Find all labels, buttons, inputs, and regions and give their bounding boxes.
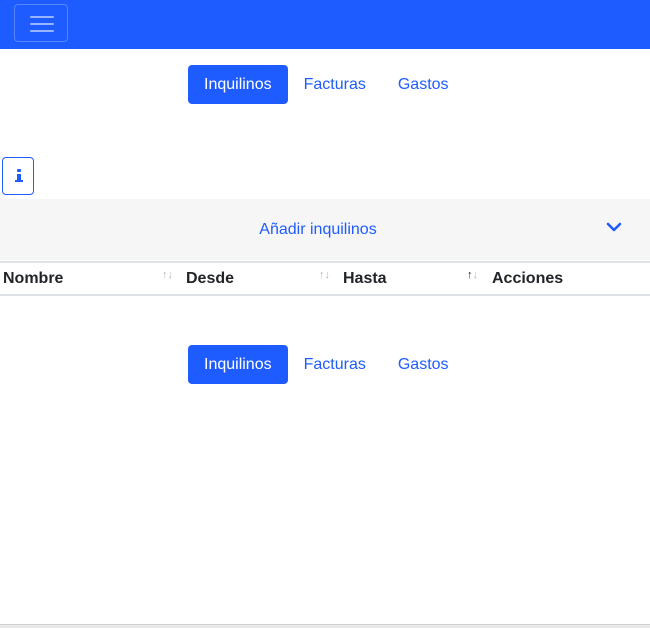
tab-facturas[interactable]: Facturas xyxy=(288,65,382,104)
bottom-tab-inquilinos[interactable]: Inquilinos xyxy=(188,345,288,384)
chevron-down-icon xyxy=(606,222,622,232)
hamburger-menu-icon-bar xyxy=(30,23,54,25)
hamburger-menu-icon-bar xyxy=(30,30,54,32)
window-bottom-edge xyxy=(0,624,650,628)
sort-nombre-icon[interactable]: ↑↓ xyxy=(162,269,173,281)
bottom-tab-facturas[interactable]: Facturas xyxy=(288,345,382,384)
accordion-title: Añadir inquilinos xyxy=(259,221,377,238)
info-button[interactable] xyxy=(2,157,34,195)
top-navbar xyxy=(0,0,650,49)
column-header-hasta[interactable]: Hasta xyxy=(343,263,387,294)
bottom-tab-gastos[interactable]: Gastos xyxy=(382,345,465,384)
top-tab-nav: Inquilinos Facturas Gastos xyxy=(188,65,465,104)
column-header-desde[interactable]: Desde xyxy=(186,263,234,294)
bottom-tab-nav: Inquilinos Facturas Gastos xyxy=(188,345,465,384)
column-header-acciones: Acciones xyxy=(492,270,564,287)
tab-gastos[interactable]: Gastos xyxy=(382,65,465,104)
hamburger-menu-icon xyxy=(30,16,54,18)
sort-hasta-icon[interactable]: ↑↓ xyxy=(467,269,478,281)
add-tenants-accordion[interactable]: Añadir inquilinos xyxy=(0,199,650,260)
navbar-toggler-button[interactable] xyxy=(14,4,68,42)
tab-inquilinos[interactable]: Inquilinos xyxy=(188,65,288,104)
sort-desde-icon[interactable]: ↑↓ xyxy=(319,269,330,281)
column-header-nombre[interactable]: Nombre xyxy=(3,263,63,294)
tenants-table-header: Nombre ↑↓ Desde ↑↓ Hasta ↑↓ Acciones xyxy=(0,261,650,296)
